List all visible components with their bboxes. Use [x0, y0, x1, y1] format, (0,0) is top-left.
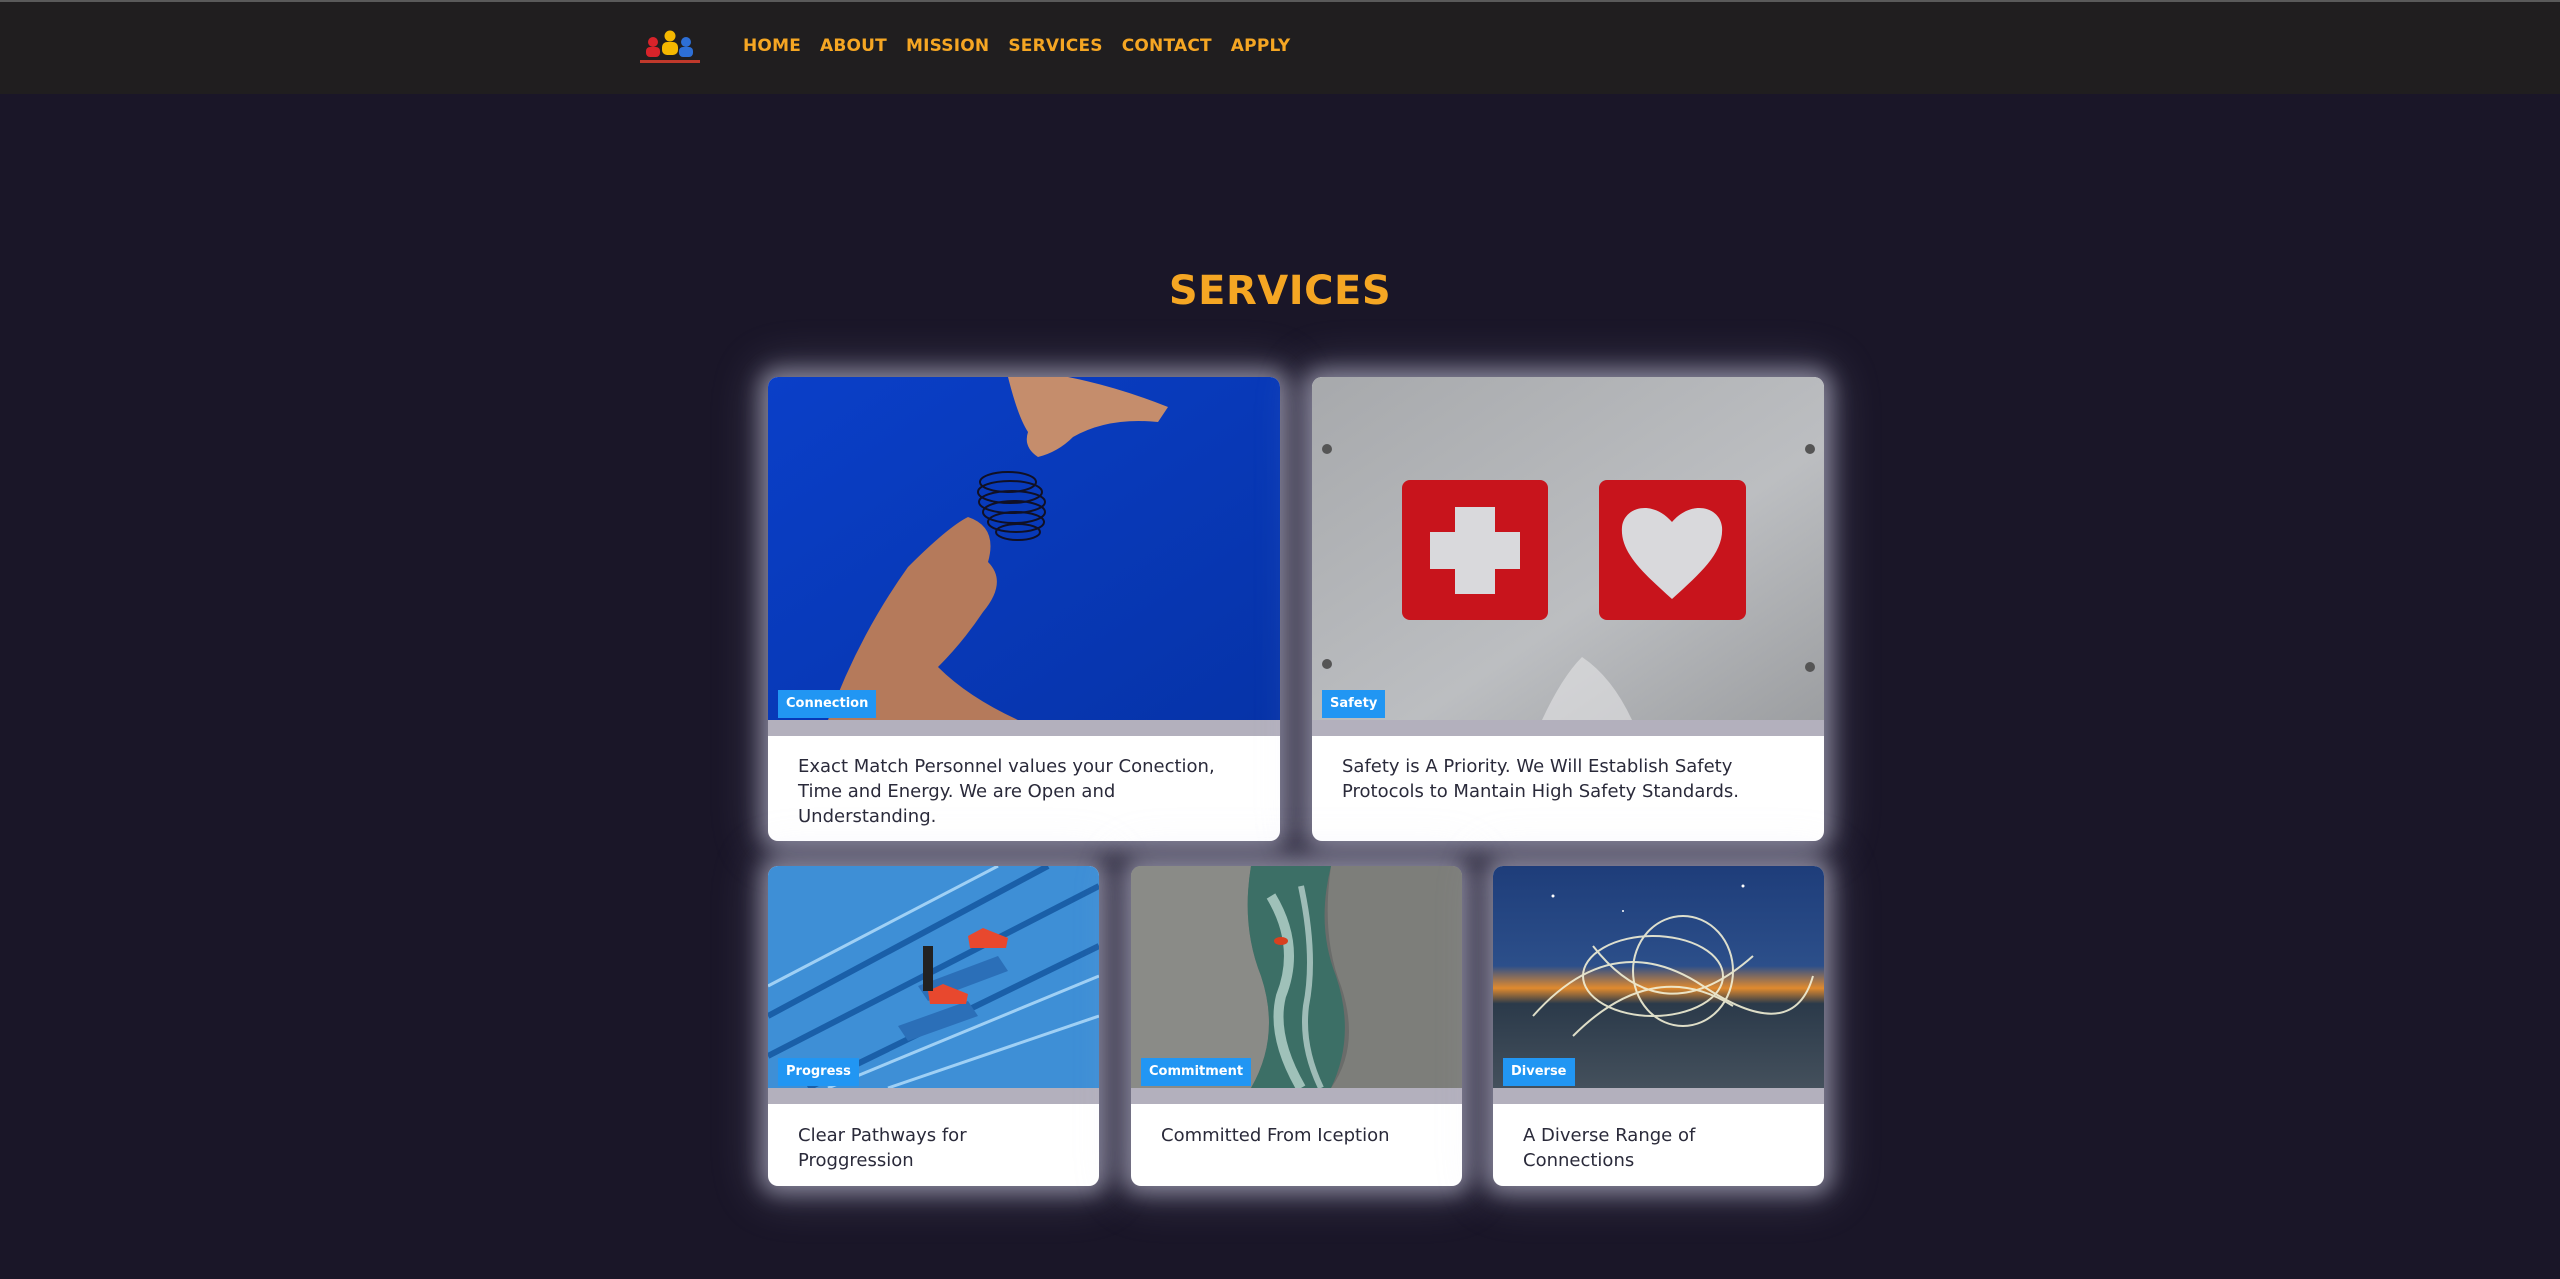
- nav-apply-link[interactable]: APPLY: [1231, 36, 1291, 56]
- connection-image: [768, 377, 1280, 720]
- image-caption-strip: [768, 1088, 1099, 1104]
- nav-contact-link[interactable]: CONTACT: [1122, 36, 1212, 56]
- nav-about-link[interactable]: ABOUT: [820, 36, 887, 56]
- service-card-commitment: Commitment Committed From Iception: [1131, 866, 1462, 1186]
- nav-mission-link[interactable]: MISSION: [906, 36, 989, 56]
- service-card-safety: Safety Safety is A Priority. We Will Est…: [1312, 377, 1824, 841]
- commitment-description: Committed From Iception: [1161, 1125, 1390, 1146]
- diverse-description: A Diverse Range of Connections: [1523, 1125, 1696, 1171]
- safety-badge: Safety: [1322, 690, 1386, 718]
- image-caption-strip: [1493, 1088, 1824, 1104]
- commitment-badge: Commitment: [1141, 1058, 1252, 1086]
- connection-description: Exact Match Personnel values your Conect…: [798, 756, 1215, 827]
- safety-description: Safety is A Priority. We Will Establish …: [1342, 756, 1739, 802]
- progress-badge: Progress: [778, 1058, 859, 1086]
- commitment-image: [1131, 866, 1462, 1088]
- service-card-progress: Progress Clear Pathways for Proggression: [768, 866, 1099, 1186]
- nav-home-link[interactable]: HOME: [743, 36, 801, 56]
- connection-badge: Connection: [778, 690, 877, 718]
- services-title: SERVICES: [1168, 268, 1392, 314]
- service-card-diverse: Diverse A Diverse Range of Connections: [1493, 866, 1824, 1186]
- service-card-connection: Connection Exact Match Personnel values …: [768, 377, 1280, 841]
- diverse-image: [1493, 866, 1824, 1088]
- top-nav-bar: HOME ABOUT MISSION SERVICES CONTACT APPL…: [0, 0, 2560, 94]
- progress-image: [768, 866, 1099, 1088]
- image-caption-strip: [1312, 720, 1824, 736]
- image-caption-strip: [1131, 1088, 1462, 1104]
- company-logo[interactable]: [638, 28, 702, 68]
- progress-description: Clear Pathways for Proggression: [798, 1125, 967, 1171]
- safety-image: [1312, 377, 1824, 720]
- nav-services-link[interactable]: SERVICES: [1008, 36, 1102, 56]
- main-navigation: HOME ABOUT MISSION SERVICES CONTACT APPL…: [743, 36, 1309, 56]
- diverse-badge: Diverse: [1503, 1058, 1575, 1086]
- image-caption-strip: [768, 720, 1280, 736]
